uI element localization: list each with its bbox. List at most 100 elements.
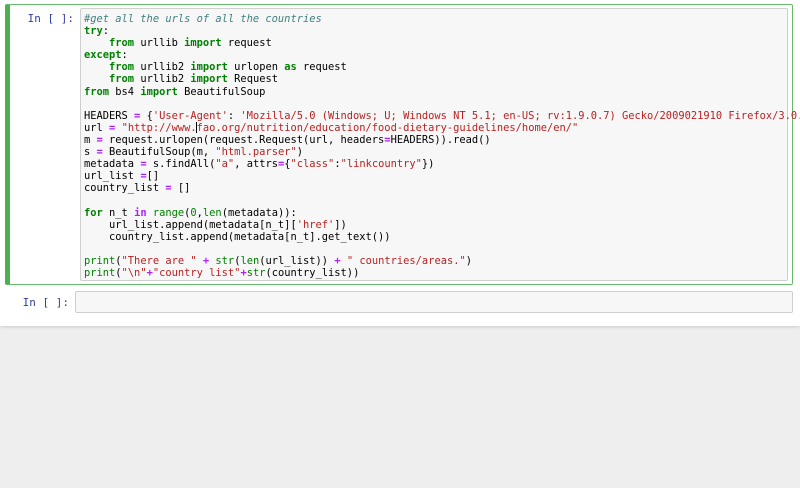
code-token: urllib2 [134, 73, 191, 86]
code-token: ) [296, 146, 303, 159]
code-token: import [184, 37, 222, 50]
code-cell-selected[interactable]: In [ ]: #get all the urls of all the cou… [5, 4, 800, 285]
code-token: print [84, 254, 116, 267]
code-token: "html.parser" [215, 146, 297, 159]
code-token: str [246, 266, 266, 279]
code-token: "a" [215, 158, 235, 171]
code-token: range [152, 206, 185, 219]
code-token: for [84, 206, 103, 219]
code-line: s = BeautifulSoup(m, "html.parser") [84, 146, 800, 158]
code-line: country_list.append(metadata[n_t].get_te… [84, 231, 800, 243]
code-token: BeautifulSoup [177, 85, 266, 98]
code-token: import [140, 85, 178, 98]
code-line: print("\n"+"country list"+str(country_li… [84, 267, 800, 279]
code-token: bs4 [109, 85, 141, 98]
code-token: url [84, 121, 110, 134]
code-token: urllib [134, 37, 185, 50]
code-token: except [84, 49, 122, 62]
code-line: from urllib2 import urlopen as request [84, 61, 800, 73]
code-token: #get all the urls of all the countries [84, 13, 322, 25]
empty-code-editor[interactable] [75, 291, 793, 313]
code-token: ]) [334, 218, 347, 231]
code-token: "There are " [121, 254, 197, 267]
code-line: from urllib2 import Request [84, 73, 800, 85]
code-token: (country_list)) [265, 266, 360, 279]
code-editor[interactable]: #get all the urls of all the countries tr… [80, 8, 800, 281]
code-token: import [190, 73, 228, 86]
code-token: m [84, 133, 97, 146]
code-text[interactable]: #get all the urls of all the countries tr… [84, 13, 800, 279]
code-line: m = request.urlopen(request.Request(url,… [84, 134, 800, 146]
code-token: BeautifulSoup(m, [102, 146, 216, 159]
input-prompt-empty: In [ ]: [22, 296, 69, 309]
input-prompt: In [ ]: [27, 12, 74, 25]
code-token: try [84, 25, 103, 38]
code-token: from [109, 73, 135, 86]
code-token: s.findAll( [146, 158, 216, 171]
code-line: from bs4 import BeautifulSoup [84, 86, 800, 98]
code-token: 'Mozilla/5.0 (Windows; U; Windows NT 5.1… [240, 109, 800, 122]
code-token: { [140, 109, 153, 122]
code-token: : [102, 25, 110, 38]
code-token: (url_list)) [259, 254, 335, 267]
code-token: request.urlopen(request.Request(url, hea… [102, 133, 385, 146]
code-line: except: [84, 49, 800, 61]
code-token: HEADERS [84, 109, 135, 122]
code-token: [] [146, 170, 160, 183]
code-token: len [240, 254, 260, 267]
code-line: print("There are " + str(len(url_list)) … [84, 255, 800, 267]
code-token: len [202, 206, 222, 219]
code-token: from [109, 37, 135, 50]
code-token: import [190, 61, 228, 74]
code-token: [] [171, 182, 191, 195]
notebook-container: In [ ]: #get all the urls of all the cou… [0, 0, 800, 326]
code-token: from [109, 61, 135, 74]
code-token: " countries/areas." [346, 254, 466, 267]
code-token: : [227, 109, 241, 122]
code-token: 'href' [296, 218, 335, 231]
code-token: str [215, 254, 235, 267]
code-token: url_list.append(metadata[n_t][ [84, 218, 297, 231]
code-token: country_list.append(metadata[n_t].get_te… [84, 230, 391, 243]
code-token: : [121, 49, 128, 62]
code-line: url = "http://www.fao.org/nutrition/educ… [84, 121, 800, 134]
code-token: in [134, 206, 147, 219]
code-token: metadata [84, 158, 141, 171]
code-token: print [84, 266, 116, 279]
code-token: url_list [84, 170, 141, 183]
code-token: as [284, 61, 297, 74]
code-token: urllib2 [134, 61, 191, 74]
code-token: }) [421, 158, 435, 171]
code-line: url_list.append(metadata[n_t]['href']) [84, 219, 800, 231]
code-token: n_t [102, 206, 135, 219]
code-line: for n_t in range(0,len(metadata)): [84, 207, 800, 219]
code-line: metadata = s.findAll("a", attrs={"class"… [84, 158, 800, 170]
code-token: "class" [290, 158, 335, 171]
code-token: urlopen [227, 61, 285, 74]
code-line: #get all the urls of all the countries [84, 13, 800, 25]
code-token: "\n" [121, 266, 147, 279]
code-line: url_list =[] [84, 170, 800, 182]
code-token: country_list [84, 182, 166, 195]
code-token: "http://www. [121, 121, 197, 134]
code-token: Request [227, 73, 278, 86]
code-token: (metadata)): [221, 206, 297, 219]
code-cell-empty[interactable]: In [ ]: [5, 291, 793, 313]
code-line: country_list = [] [84, 182, 800, 194]
code-line: from urllib import request [84, 37, 800, 49]
code-token: "linkcountry" [340, 158, 422, 171]
code-token: fao.org/nutrition/education/food-dietary… [196, 121, 579, 134]
code-token: HEADERS)).read() [390, 133, 491, 146]
code-token: , attrs [234, 158, 278, 171]
code-token: ) [465, 254, 472, 267]
code-token: s [84, 146, 97, 159]
code-token: "country list" [152, 266, 241, 279]
code-token: request [296, 61, 347, 74]
code-token: request [221, 37, 272, 50]
